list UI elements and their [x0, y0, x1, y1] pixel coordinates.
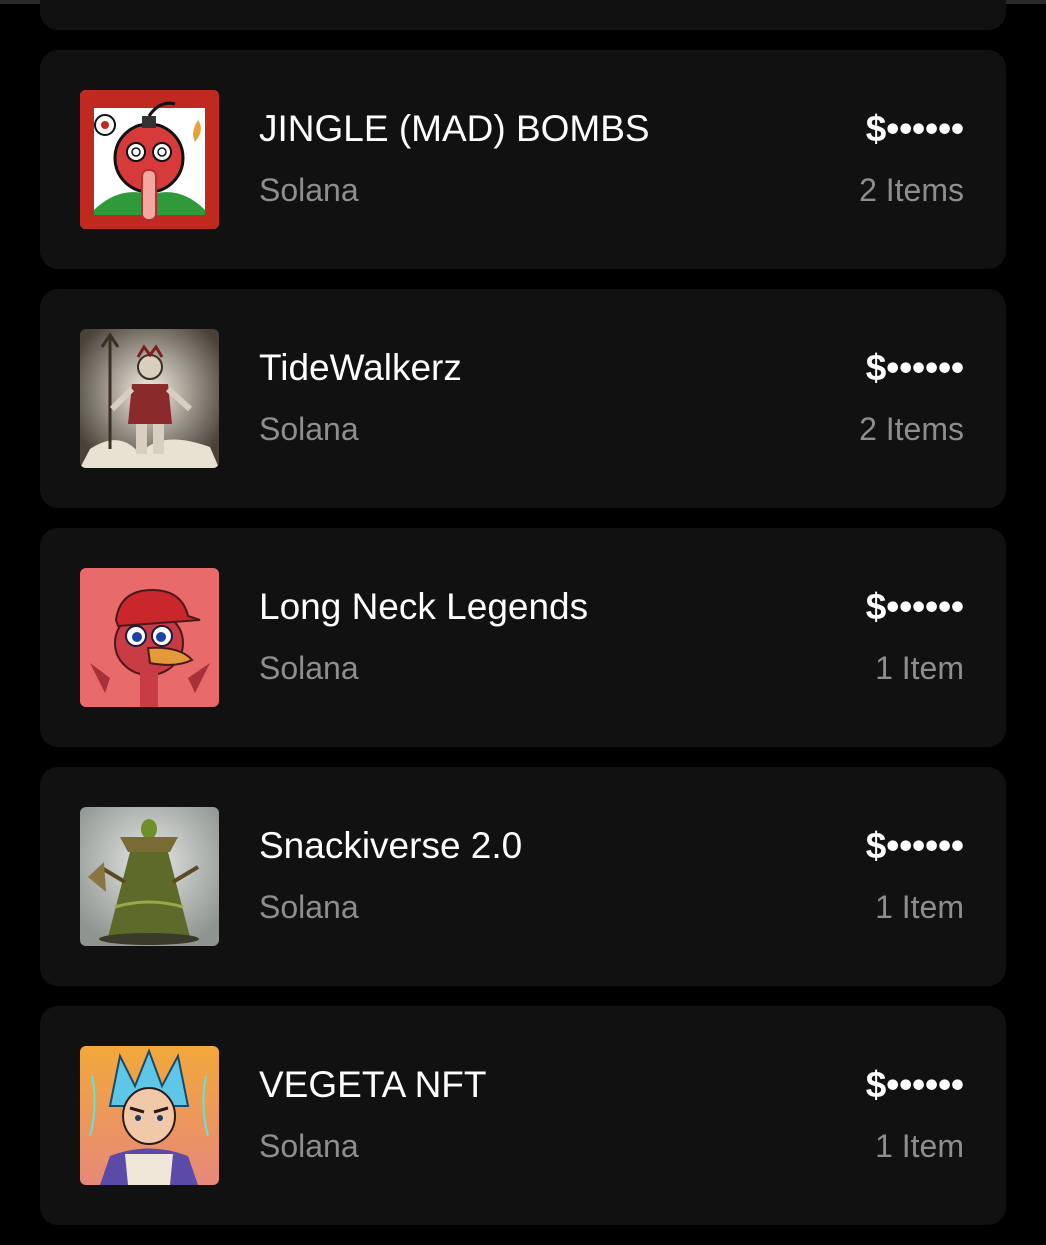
warrior-with-trident-icon	[80, 329, 219, 468]
red-bomb-character-icon	[80, 90, 219, 229]
collection-chain: Solana	[259, 411, 359, 447]
collection-card[interactable]: Long Neck Legends Solana $•••••• 1 Item	[40, 528, 1006, 747]
collection-card[interactable]: JINGLE (MAD) BOMBS Solana $•••••• 2 Item…	[40, 50, 1006, 269]
vegetable-creature-icon	[80, 807, 219, 946]
collection-item-count: 1 Item	[875, 1128, 964, 1164]
collection-item-count: 1 Item	[875, 889, 964, 925]
collection-chain: Solana	[259, 1128, 359, 1164]
anime-character-icon	[80, 1046, 219, 1185]
collection-name: JINGLE (MAD) BOMBS	[259, 108, 650, 149]
collection-name: Snackiverse 2.0	[259, 825, 523, 866]
collection-value-hidden: $••••••	[865, 586, 964, 627]
collection-chain: Solana	[259, 889, 359, 925]
collection-item-count: 1 Item	[875, 650, 964, 686]
collection-value-hidden: $••••••	[865, 347, 964, 388]
collection-card[interactable]: VEGETA NFT Solana $•••••• 1 Item	[40, 1006, 1006, 1225]
collection-value-hidden: $••••••	[865, 108, 964, 149]
collection-value-hidden: $••••••	[865, 1064, 964, 1105]
collection-card-partial[interactable]	[40, 0, 1006, 30]
collection-item-count: 2 Items	[859, 411, 964, 447]
collection-card[interactable]: TideWalkerz Solana $•••••• 2 Items	[40, 289, 1006, 508]
collection-name: VEGETA NFT	[259, 1064, 487, 1105]
collection-name: TideWalkerz	[259, 347, 462, 388]
red-duck-with-cap-icon	[80, 568, 219, 707]
collection-value-hidden: $••••••	[865, 825, 964, 866]
collection-item-count: 2 Items	[859, 172, 964, 208]
collection-chain: Solana	[259, 650, 359, 686]
collection-card[interactable]: Snackiverse 2.0 Solana $•••••• 1 Item	[40, 767, 1006, 986]
collection-name: Long Neck Legends	[259, 586, 589, 627]
collection-chain: Solana	[259, 172, 359, 208]
nft-collection-list: JINGLE (MAD) BOMBS Solana $•••••• 2 Item…	[40, 0, 1006, 1245]
